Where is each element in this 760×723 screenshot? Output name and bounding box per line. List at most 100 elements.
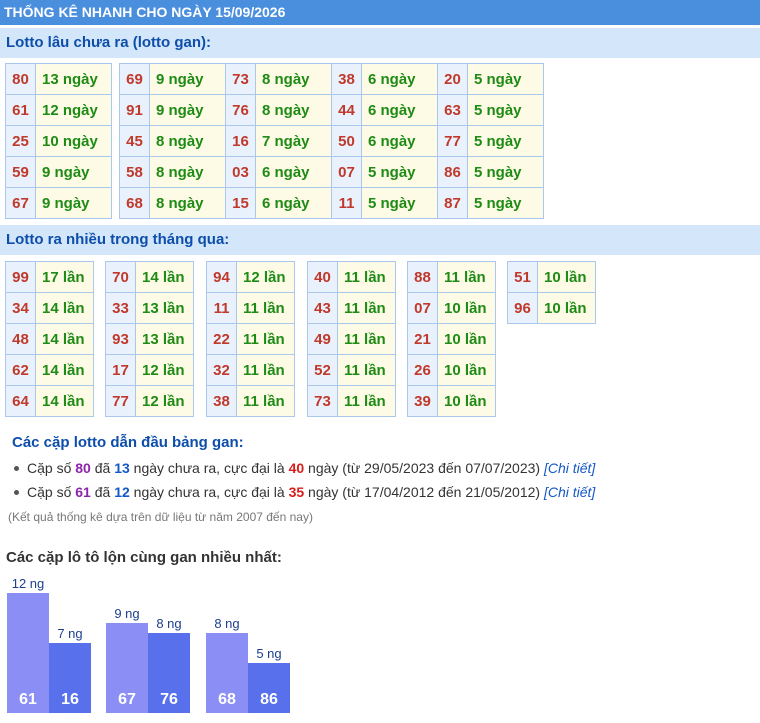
pair-number: 61 [75, 484, 91, 500]
gan-number: 20 [437, 63, 468, 95]
frequent-number: 34 [5, 292, 36, 324]
gan-count: 6 ngày [361, 63, 438, 95]
frequent-number: 26 [407, 354, 438, 386]
frequent-row: 38 11 lần [206, 385, 295, 417]
gan-number: 77 [437, 125, 468, 157]
gan-row: 07 5 ngày [331, 156, 438, 188]
page-title: THỐNG KÊ NHANH CHO NGÀY 15/09/2026 [0, 0, 760, 25]
detail-link[interactable]: [Chi tiết] [544, 460, 595, 476]
pair-text: ngày (từ 29/05/2023 đến 07/07/2023) [304, 460, 544, 476]
frequent-row: 33 13 lần [105, 292, 194, 324]
frequent-row: 70 14 lần [105, 261, 194, 293]
frequent-row: 39 10 lần [407, 385, 496, 417]
pair-text: Cặp số [27, 484, 76, 500]
gan-number: 86 [437, 156, 468, 188]
frequent-group: 94 12 lần 11 11 lần 22 11 lần 32 11 lần 38 11 lần [206, 261, 295, 417]
frequent-row: 22 11 lần [206, 323, 295, 355]
chart-bar-category: 76 [160, 691, 178, 708]
frequent-row: 17 12 lần [105, 354, 194, 386]
frequent-count: 10 lần [437, 354, 496, 386]
frequent-number: 32 [206, 354, 237, 386]
pair-text: Cặp số [27, 460, 76, 476]
frequent-number: 43 [307, 292, 338, 324]
frequent-row: 21 10 lần [407, 323, 496, 355]
gan-count: 9 ngày [35, 187, 112, 219]
gan-count: 5 ngày [361, 187, 438, 219]
frequent-number: 22 [206, 323, 237, 355]
bullet-icon [14, 489, 19, 495]
frequent-count: 12 lần [236, 261, 295, 293]
pair-row: Cặp số 80 đã 13 ngày chưa ra, cực đại là… [14, 460, 595, 476]
frequent-group: 40 11 lần 43 11 lần 49 11 lần 52 11 lần 73 11 lần [307, 261, 396, 417]
chart-bar-category: 61 [19, 691, 37, 708]
chart-bar: 61 [7, 593, 49, 713]
gan-section-title: Lotto lâu chưa ra (lotto gan): [0, 28, 760, 58]
pair-number: 80 [75, 460, 91, 476]
frequent-count: 11 lần [236, 385, 295, 417]
gan-number: 87 [437, 187, 468, 219]
chart-bar: 76 [148, 633, 190, 713]
frequent-count: 14 lần [35, 354, 94, 386]
gan-row: 69 9 ngày [119, 63, 226, 95]
gan-number: 91 [119, 94, 150, 126]
gan-count: 5 ngày [467, 156, 544, 188]
frequent-row: 62 14 lần [5, 354, 94, 386]
frequent-row: 48 14 lần [5, 323, 94, 355]
gan-row: 86 5 ngày [437, 156, 544, 188]
gan-number: 68 [119, 187, 150, 219]
gan-number: 44 [331, 94, 362, 126]
frequent-count: 11 lần [337, 261, 396, 293]
gan-number: 63 [437, 94, 468, 126]
frequent-count: 12 lần [135, 354, 194, 386]
gan-count: 6 ngày [361, 125, 438, 157]
frequent-number: 49 [307, 323, 338, 355]
gan-row: 77 5 ngày [437, 125, 544, 157]
frequent-number: 40 [307, 261, 338, 293]
gan-row: 58 8 ngày [119, 156, 226, 188]
pair-max-days: 40 [288, 460, 305, 476]
frequent-number: 48 [5, 323, 36, 355]
gan-number: 69 [119, 63, 150, 95]
gan-number: 76 [225, 94, 256, 126]
frequent-row: 99 17 lần [5, 261, 94, 293]
gan-count: 8 ngày [149, 187, 226, 219]
gan-row: 50 6 ngày [331, 125, 438, 157]
frequent-number: 93 [105, 323, 136, 355]
pair-text: đã [90, 484, 115, 500]
frequent-row: 77 12 lần [105, 385, 194, 417]
chart-bar-category: 67 [118, 691, 136, 708]
frequent-section-title: Lotto ra nhiều trong tháng qua: [0, 225, 760, 255]
frequent-row: 49 11 lần [307, 323, 396, 355]
gan-row: 25 10 ngày [5, 125, 112, 157]
gan-row: 03 6 ngày [225, 156, 332, 188]
gan-row: 59 9 ngày [5, 156, 112, 188]
gan-number: 07 [331, 156, 362, 188]
gan-number: 73 [225, 63, 256, 95]
detail-link[interactable]: [Chi tiết] [544, 484, 595, 500]
gan-row: 68 8 ngày [119, 187, 226, 219]
gan-number: 11 [331, 187, 362, 219]
gan-row: 87 5 ngày [437, 187, 544, 219]
frequent-number: 38 [206, 385, 237, 417]
gan-count: 8 ngày [255, 94, 332, 126]
gan-row: 73 8 ngày [225, 63, 332, 95]
chart-bar-label: 9 ng [114, 606, 140, 621]
pair-text: đã [90, 460, 115, 476]
pair-max-days: 35 [288, 484, 305, 500]
frequent-row: 11 11 lần [206, 292, 295, 324]
frequent-count: 17 lần [35, 261, 94, 293]
frequent-count: 10 lần [537, 292, 596, 324]
gan-count: 12 ngày [35, 94, 112, 126]
frequent-count: 14 lần [35, 292, 94, 324]
chart-bar-label: 7 ng [57, 626, 83, 641]
gan-number: 15 [225, 187, 256, 219]
chart-bar-label: 8 ng [214, 616, 240, 631]
frequent-count: 11 lần [236, 354, 295, 386]
frequent-number: 99 [5, 261, 36, 293]
frequent-number: 39 [407, 385, 438, 417]
gan-group: 20 5 ngày 63 5 ngày 77 5 ngày 86 5 ngày 87 5 ngày [437, 63, 544, 219]
frequent-row: 93 13 lần [105, 323, 194, 355]
gan-count: 9 ngày [35, 156, 112, 188]
frequent-row: 94 12 lần [206, 261, 295, 293]
frequent-number: 52 [307, 354, 338, 386]
